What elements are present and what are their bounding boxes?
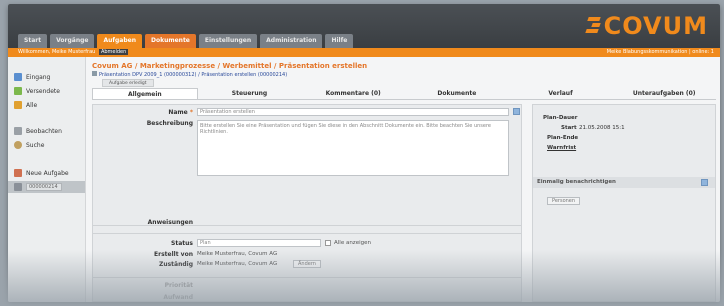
nav-tab-hilfe[interactable]: Hilfe	[325, 34, 354, 48]
sidebar-item-beobachten[interactable]: Beobachten	[14, 125, 62, 137]
required-marker: *	[189, 109, 193, 116]
logo-text: COVUM	[603, 12, 708, 40]
priority-label: Priorität	[164, 282, 193, 289]
main-nav: Start Vorgänge Aufgaben Dokumente Einste…	[18, 34, 356, 48]
warning-deadline-label[interactable]: Warnfrist	[547, 145, 576, 151]
document-icon	[92, 71, 97, 76]
top-header: COVUM Start Vorgänge Aufgaben Dokumente …	[8, 4, 720, 48]
app-window: COVUM Start Vorgänge Aufgaben Dokumente …	[8, 4, 720, 302]
tab-unteraufgaben[interactable]: Unteraufgaben (0)	[612, 88, 716, 99]
main-content: Covum AG / Marketingprozesse / Werbemitt…	[92, 62, 716, 302]
info-icon[interactable]	[701, 179, 708, 186]
breadcrumb[interactable]: Präsentation DPV 2009_1 (000000312) / Pr…	[92, 71, 287, 78]
schedule-panel: Plan-Dauer Start 21.05.2008 15:1 Plan-En…	[532, 104, 716, 302]
show-all-label: Alle anzeigen	[334, 240, 371, 246]
created-by-value: Meike Musterfrau, Covum AG	[197, 251, 278, 257]
sidebar-item-neue-aufgabe[interactable]: Neue Aufgabe	[14, 167, 69, 179]
sidebar-item-label: Beobachten	[26, 127, 62, 135]
change-responsible-button[interactable]: Ändern	[293, 260, 321, 268]
sidebar: Eingang Versendete Alle Beobachten Suche…	[8, 57, 86, 302]
plan-duration-label: Plan-Dauer	[543, 115, 578, 121]
sent-icon	[14, 87, 22, 95]
sidebar-item-eingang[interactable]: Eingang	[14, 71, 50, 83]
covum-logo[interactable]: COVUM	[584, 12, 708, 40]
status-select[interactable]: Plan	[197, 239, 321, 247]
task-done-tab[interactable]: Aufgabe erledigt	[102, 79, 154, 87]
nav-tab-dokumente[interactable]: Dokumente	[144, 34, 196, 48]
show-all-checkbox[interactable]	[325, 240, 331, 246]
task-id-box: 000000214	[26, 183, 62, 191]
plan-end-label: Plan-Ende	[547, 135, 579, 141]
search-icon	[14, 141, 22, 149]
sidebar-item-label: Versendete	[26, 87, 60, 95]
sidebar-item-current-task[interactable]: 000000214	[8, 181, 85, 193]
welcome-user: Willkommen, Meike Musterfrau	[18, 49, 96, 55]
responsible-label: Zuständig	[158, 261, 193, 268]
new-task-icon	[14, 169, 22, 177]
logout-link[interactable]: Abmelden	[98, 49, 129, 55]
status-label: Status	[171, 240, 193, 247]
welcome-text: Willkommen, Meike Musterfrau Abmelden	[18, 48, 129, 57]
description-label: Beschreibung	[146, 120, 193, 127]
sidebar-item-label: Suche	[26, 141, 45, 149]
anweisungen-label: Anweisungen	[147, 219, 193, 226]
name-label-text: Name	[168, 109, 188, 116]
watch-icon	[14, 127, 22, 135]
task-icon	[14, 183, 22, 191]
nav-tab-vorgaenge[interactable]: Vorgänge	[50, 34, 95, 48]
sidebar-item-alle[interactable]: Alle	[14, 99, 37, 111]
start-label: Start	[561, 125, 577, 131]
notify-header: Einmalig benachrichtigen	[533, 177, 715, 188]
translate-icon[interactable]	[513, 108, 520, 115]
inbox-icon	[14, 73, 22, 81]
nav-tab-einstellungen[interactable]: Einstellungen	[198, 34, 258, 48]
persons-button[interactable]: Personen	[547, 197, 581, 205]
tab-dokumente[interactable]: Dokumente	[405, 88, 509, 99]
session-info: Meike Blabungsskommunikation | online: 1	[606, 49, 714, 55]
divider	[93, 233, 521, 234]
responsible-value: Meike Musterfrau, Covum AG	[197, 261, 278, 267]
sidebar-item-label: Eingang	[26, 73, 51, 81]
sidebar-item-versendete[interactable]: Versendete	[14, 85, 60, 97]
description-textarea[interactable]: Bitte erstellen Sie eine Präsentation un…	[197, 120, 509, 176]
covum-logo-mark	[584, 15, 602, 37]
all-icon	[14, 101, 22, 109]
tab-kommentare[interactable]: Kommentare (0)	[301, 88, 405, 99]
tab-allgemein[interactable]: Allgemein	[92, 88, 198, 99]
effort-label: Aufwand	[163, 294, 193, 301]
sidebar-item-suche[interactable]: Suche	[14, 139, 44, 151]
tab-steuerung[interactable]: Steuerung	[198, 88, 302, 99]
name-label: Name *	[103, 109, 193, 116]
nav-tab-administration[interactable]: Administration	[260, 34, 323, 48]
sidebar-item-label: Alle	[26, 101, 38, 109]
sidebar-item-label: Neue Aufgabe	[26, 169, 69, 177]
nav-tab-start[interactable]: Start	[18, 34, 48, 48]
tab-verlauf[interactable]: Verlauf	[509, 88, 613, 99]
start-value: 21.05.2008 15:1	[579, 125, 625, 131]
status-bar: Willkommen, Meike Musterfrau Abmelden Me…	[8, 48, 720, 57]
detail-tabs: Allgemein Steuerung Kommentare (0) Dokum…	[92, 88, 716, 100]
nav-tab-aufgaben[interactable]: Aufgaben	[97, 34, 142, 48]
page-title: Covum AG / Marketingprozesse / Werbemitt…	[92, 62, 368, 70]
divider	[93, 277, 521, 278]
general-form: Name * Präsentation erstellen Beschreibu…	[92, 104, 522, 302]
name-input[interactable]: Präsentation erstellen	[197, 108, 509, 116]
created-by-label: Erstellt von	[154, 251, 193, 258]
breadcrumb-text: Präsentation DPV 2009_1 (000000312) / Pr…	[99, 72, 288, 78]
